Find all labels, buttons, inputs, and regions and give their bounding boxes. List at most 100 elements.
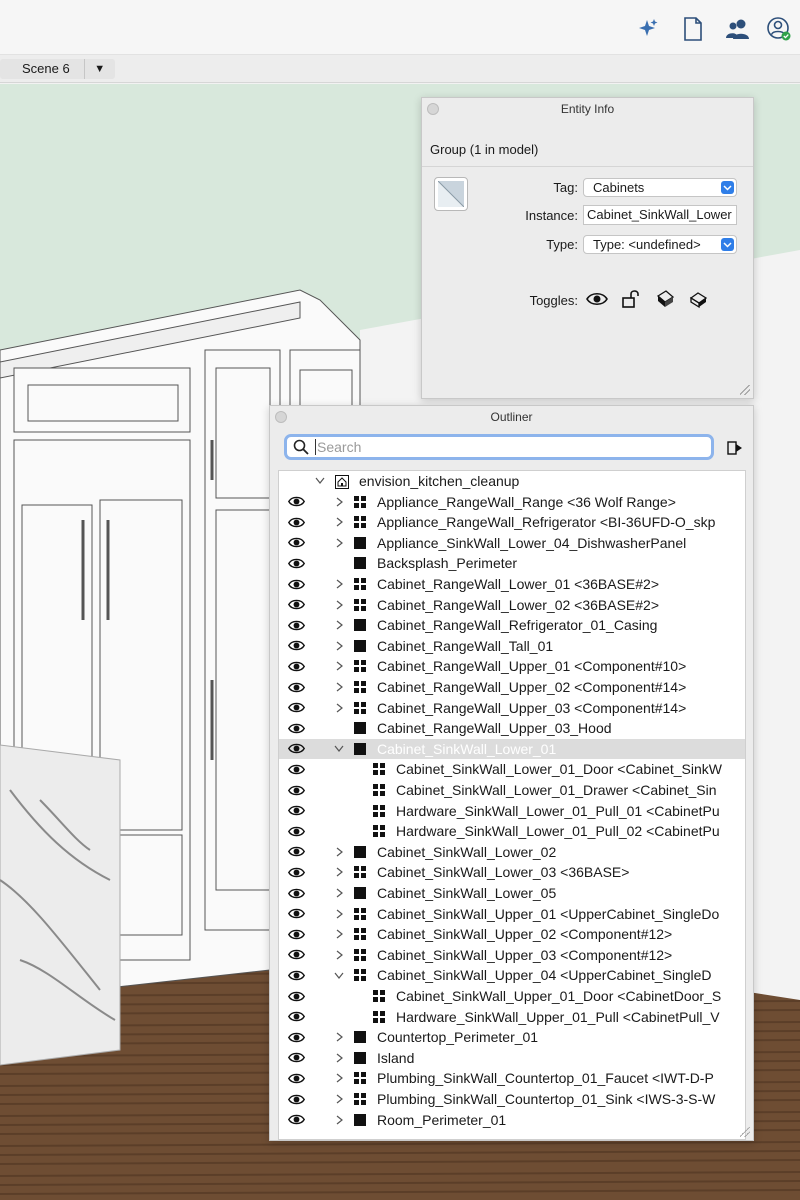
visibility-eye-icon[interactable] (287, 906, 305, 922)
tree-row[interactable]: Plumbing_SinkWall_Countertop_01_Sink <IW… (279, 1089, 745, 1110)
tree-row[interactable]: Room_Perimeter_01 (279, 1110, 745, 1131)
chevron-right-icon[interactable] (334, 579, 344, 589)
outliner-options-icon[interactable] (726, 439, 744, 457)
resize-grip[interactable] (740, 385, 750, 395)
chevron-right-icon[interactable] (334, 950, 344, 960)
scene-tab[interactable]: Scene 6 (0, 59, 85, 79)
visibility-eye-icon[interactable] (287, 1009, 305, 1025)
unlock-icon[interactable] (620, 288, 642, 310)
visibility-eye-icon[interactable] (287, 555, 305, 571)
tree-row[interactable]: Cabinet_RangeWall_Upper_03 <Component#14… (279, 698, 745, 719)
chevron-down-icon[interactable] (334, 970, 344, 980)
visibility-eye-icon[interactable] (287, 1112, 305, 1128)
sparkle-icon[interactable] (634, 15, 662, 43)
visibility-eye-icon[interactable] (287, 988, 305, 1004)
close-button[interactable] (275, 411, 287, 423)
visibility-eye-icon[interactable] (287, 926, 305, 942)
chevron-right-icon[interactable] (334, 1032, 344, 1042)
tree-row[interactable]: Cabinet_SinkWall_Lower_01 (279, 738, 745, 760)
visibility-eye-icon[interactable] (287, 576, 305, 592)
tree-row[interactable]: Countertop_Perimeter_01 (279, 1027, 745, 1048)
tree-row[interactable]: Island (279, 1048, 745, 1069)
tree-row[interactable]: Plumbing_SinkWall_Countertop_01_Faucet <… (279, 1068, 745, 1089)
tree-row[interactable]: Appliance_RangeWall_Range <36 Wolf Range… (279, 492, 745, 513)
chevron-right-icon[interactable] (334, 703, 344, 713)
chevron-right-icon[interactable] (334, 641, 344, 651)
chevron-right-icon[interactable] (334, 1115, 344, 1125)
chevron-down-icon[interactable] (315, 476, 325, 486)
tag-select[interactable]: Cabinets (583, 178, 737, 197)
tree-row[interactable]: Cabinet_SinkWall_Upper_01_Door <CabinetD… (279, 986, 745, 1007)
instance-name-field[interactable]: Cabinet_SinkWall_Lower (583, 205, 737, 225)
chevron-right-icon[interactable] (334, 888, 344, 898)
outliner-tree[interactable]: envision_kitchen_cleanup Appliance_Range… (278, 470, 746, 1140)
visibility-eye-icon[interactable] (287, 617, 305, 633)
chevron-right-icon[interactable] (334, 847, 344, 857)
tree-root-row[interactable]: envision_kitchen_cleanup (279, 471, 745, 492)
tree-row[interactable]: Cabinet_RangeWall_Upper_03_Hood (279, 718, 745, 739)
type-select[interactable]: Type: <undefined> (583, 235, 737, 254)
tree-row[interactable]: Appliance_RangeWall_Refrigerator <BI-36U… (279, 512, 745, 533)
document-icon[interactable] (679, 15, 707, 43)
visibility-eye-icon[interactable] (287, 597, 305, 613)
chevron-down-icon[interactable] (334, 744, 344, 754)
visibility-eye-icon[interactable] (287, 967, 305, 983)
tree-row[interactable]: Cabinet_RangeWall_Upper_02 <Component#14… (279, 677, 745, 698)
material-swatch[interactable] (434, 177, 468, 211)
tree-row[interactable]: Hardware_SinkWall_Upper_01_Pull <Cabinet… (279, 1007, 745, 1028)
visibility-eye-icon[interactable] (287, 679, 305, 695)
visibility-eye-icon[interactable] (287, 741, 305, 757)
search-input[interactable]: Search (284, 434, 714, 460)
chevron-right-icon[interactable] (334, 1053, 344, 1063)
chevron-right-icon[interactable] (334, 600, 344, 610)
visibility-eye-icon[interactable] (287, 638, 305, 654)
visibility-eye-icon[interactable] (287, 947, 305, 963)
tree-row[interactable]: Appliance_SinkWall_Lower_04_DishwasherPa… (279, 533, 745, 554)
tree-row[interactable]: Cabinet_RangeWall_Upper_01 <Component#10… (279, 656, 745, 677)
visibility-eye-icon[interactable] (287, 1029, 305, 1045)
chevron-right-icon[interactable] (334, 867, 344, 877)
tree-row[interactable]: Cabinet_SinkWall_Upper_01 <UpperCabinet_… (279, 904, 745, 925)
tree-row[interactable]: Backsplash_Perimeter (279, 553, 745, 574)
chevron-right-icon[interactable] (334, 517, 344, 527)
chevron-right-icon[interactable] (334, 909, 344, 919)
visibility-eye-icon[interactable] (287, 720, 305, 736)
tree-row[interactable]: Hardware_SinkWall_Lower_01_Pull_02 <Cabi… (279, 821, 745, 842)
users-icon[interactable] (724, 15, 752, 43)
tree-row[interactable]: Cabinet_SinkWall_Lower_01_Drawer <Cabine… (279, 780, 745, 801)
tree-row[interactable]: Cabinet_RangeWall_Tall_01 (279, 636, 745, 657)
visibility-eye-icon[interactable] (287, 864, 305, 880)
cast-shadows-icon[interactable] (654, 288, 676, 310)
visibility-eye-icon[interactable] (287, 1070, 305, 1086)
visibility-eye-icon[interactable] (287, 823, 305, 839)
chevron-right-icon[interactable] (334, 497, 344, 507)
close-button[interactable] (427, 103, 439, 115)
eye-icon[interactable] (586, 288, 608, 310)
chevron-right-icon[interactable] (334, 620, 344, 630)
chevron-right-icon[interactable] (334, 1094, 344, 1104)
visibility-eye-icon[interactable] (287, 1050, 305, 1066)
chevron-right-icon[interactable] (334, 661, 344, 671)
scene-menu-dropdown[interactable]: ▼ (85, 63, 115, 75)
chevron-right-icon[interactable] (334, 1073, 344, 1083)
visibility-eye-icon[interactable] (287, 885, 305, 901)
visibility-eye-icon[interactable] (287, 803, 305, 819)
tree-row[interactable]: Cabinet_SinkWall_Lower_05 (279, 883, 745, 904)
tree-row[interactable]: Cabinet_SinkWall_Lower_03 <36BASE> (279, 862, 745, 883)
account-icon[interactable] (765, 15, 793, 43)
visibility-eye-icon[interactable] (287, 761, 305, 777)
tree-row[interactable]: Cabinet_SinkWall_Upper_03 <Component#12> (279, 945, 745, 966)
tree-row[interactable]: Cabinet_RangeWall_Refrigerator_01_Casing (279, 615, 745, 636)
tree-row[interactable]: Cabinet_SinkWall_Lower_01_Door <Cabinet_… (279, 759, 745, 780)
tree-row[interactable]: Cabinet_SinkWall_Upper_04 <UpperCabinet_… (279, 965, 745, 986)
tree-row[interactable]: Cabinet_RangeWall_Lower_01 <36BASE#2> (279, 574, 745, 595)
chevron-right-icon[interactable] (334, 538, 344, 548)
tree-row[interactable]: Cabinet_SinkWall_Upper_02 <Component#12> (279, 924, 745, 945)
visibility-eye-icon[interactable] (287, 1091, 305, 1107)
visibility-eye-icon[interactable] (287, 658, 305, 674)
visibility-eye-icon[interactable] (287, 514, 305, 530)
tree-row[interactable]: Hardware_SinkWall_Lower_01_Pull_01 <Cabi… (279, 801, 745, 822)
tree-row[interactable]: Cabinet_SinkWall_Lower_02 (279, 842, 745, 863)
chevron-right-icon[interactable] (334, 929, 344, 939)
resize-grip[interactable] (740, 1127, 750, 1137)
